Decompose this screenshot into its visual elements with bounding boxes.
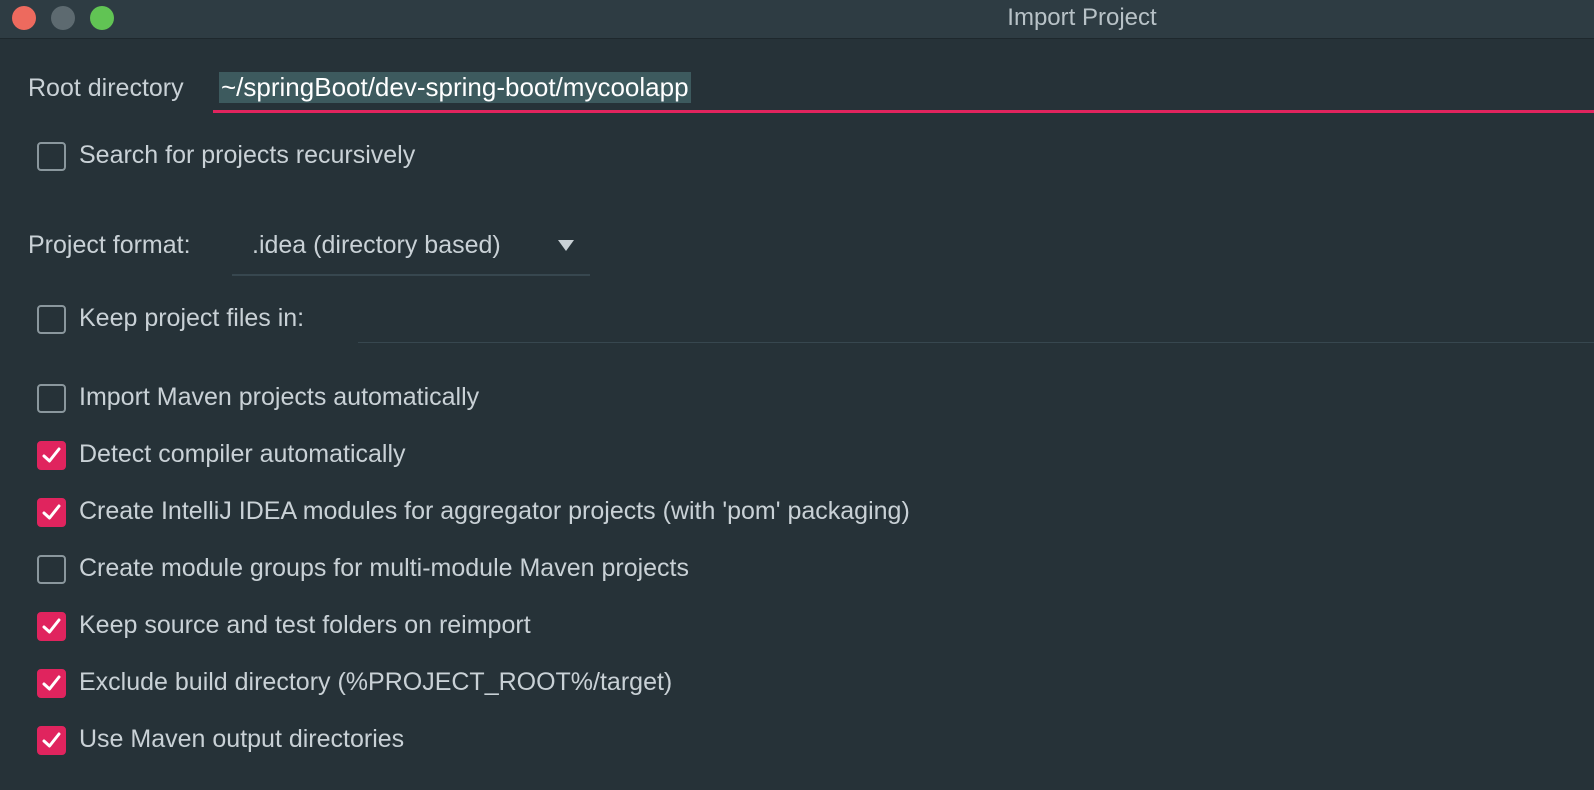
window-title: Import Project [1007,4,1157,31]
checkmark-icon [42,447,61,463]
checkmark-icon [42,504,61,520]
checkmark-icon [42,618,61,634]
create-module-groups-label[interactable]: Create module groups for multi-module Ma… [79,554,689,583]
project-format-value: .idea (directory based) [252,231,501,259]
checkmark-icon [42,675,61,691]
use-maven-output-directories-checkbox[interactable] [37,726,66,755]
create-module-groups-checkbox[interactable] [37,555,66,584]
search-recursively-checkbox[interactable] [37,142,66,171]
title-bar: Import Project [0,0,1594,39]
keep-project-files-path-field[interactable] [358,342,1594,343]
exclude-build-directory-label[interactable]: Exclude build directory (%PROJECT_ROOT%/… [79,668,672,697]
create-aggregator-modules-checkbox[interactable] [37,498,66,527]
create-aggregator-modules-label[interactable]: Create IntelliJ IDEA modules for aggrega… [79,497,910,526]
keep-source-test-folders-checkbox[interactable] [37,612,66,641]
keep-source-test-folders-label[interactable]: Keep source and test folders on reimport [79,611,531,640]
close-window-button[interactable] [12,6,36,30]
search-recursively-label[interactable]: Search for projects recursively [79,141,415,170]
import-project-dialog: Root directory ~/springBoot/dev-spring-b… [0,39,1594,790]
exclude-build-directory-checkbox[interactable] [37,669,66,698]
dropdown-arrow-icon [558,240,574,251]
project-format-label: Project format: [28,231,191,259]
minimize-window-button[interactable] [51,6,75,30]
detect-compiler-label[interactable]: Detect compiler automatically [79,440,406,469]
root-directory-value[interactable]: ~/springBoot/dev-spring-boot/mycoolapp [219,72,691,103]
project-format-select[interactable]: .idea (directory based) [232,222,590,276]
root-directory-label: Root directory [28,74,184,102]
root-directory-field[interactable]: ~/springBoot/dev-spring-boot/mycoolapp [213,69,1594,113]
use-maven-output-directories-label[interactable]: Use Maven output directories [79,725,404,754]
import-maven-automatically-checkbox[interactable] [37,384,66,413]
keep-project-files-checkbox[interactable] [37,305,66,334]
detect-compiler-checkbox[interactable] [37,441,66,470]
keep-project-files-label[interactable]: Keep project files in: [79,304,304,333]
import-maven-automatically-label[interactable]: Import Maven projects automatically [79,383,479,412]
checkmark-icon [42,732,61,748]
maximize-window-button[interactable] [90,6,114,30]
